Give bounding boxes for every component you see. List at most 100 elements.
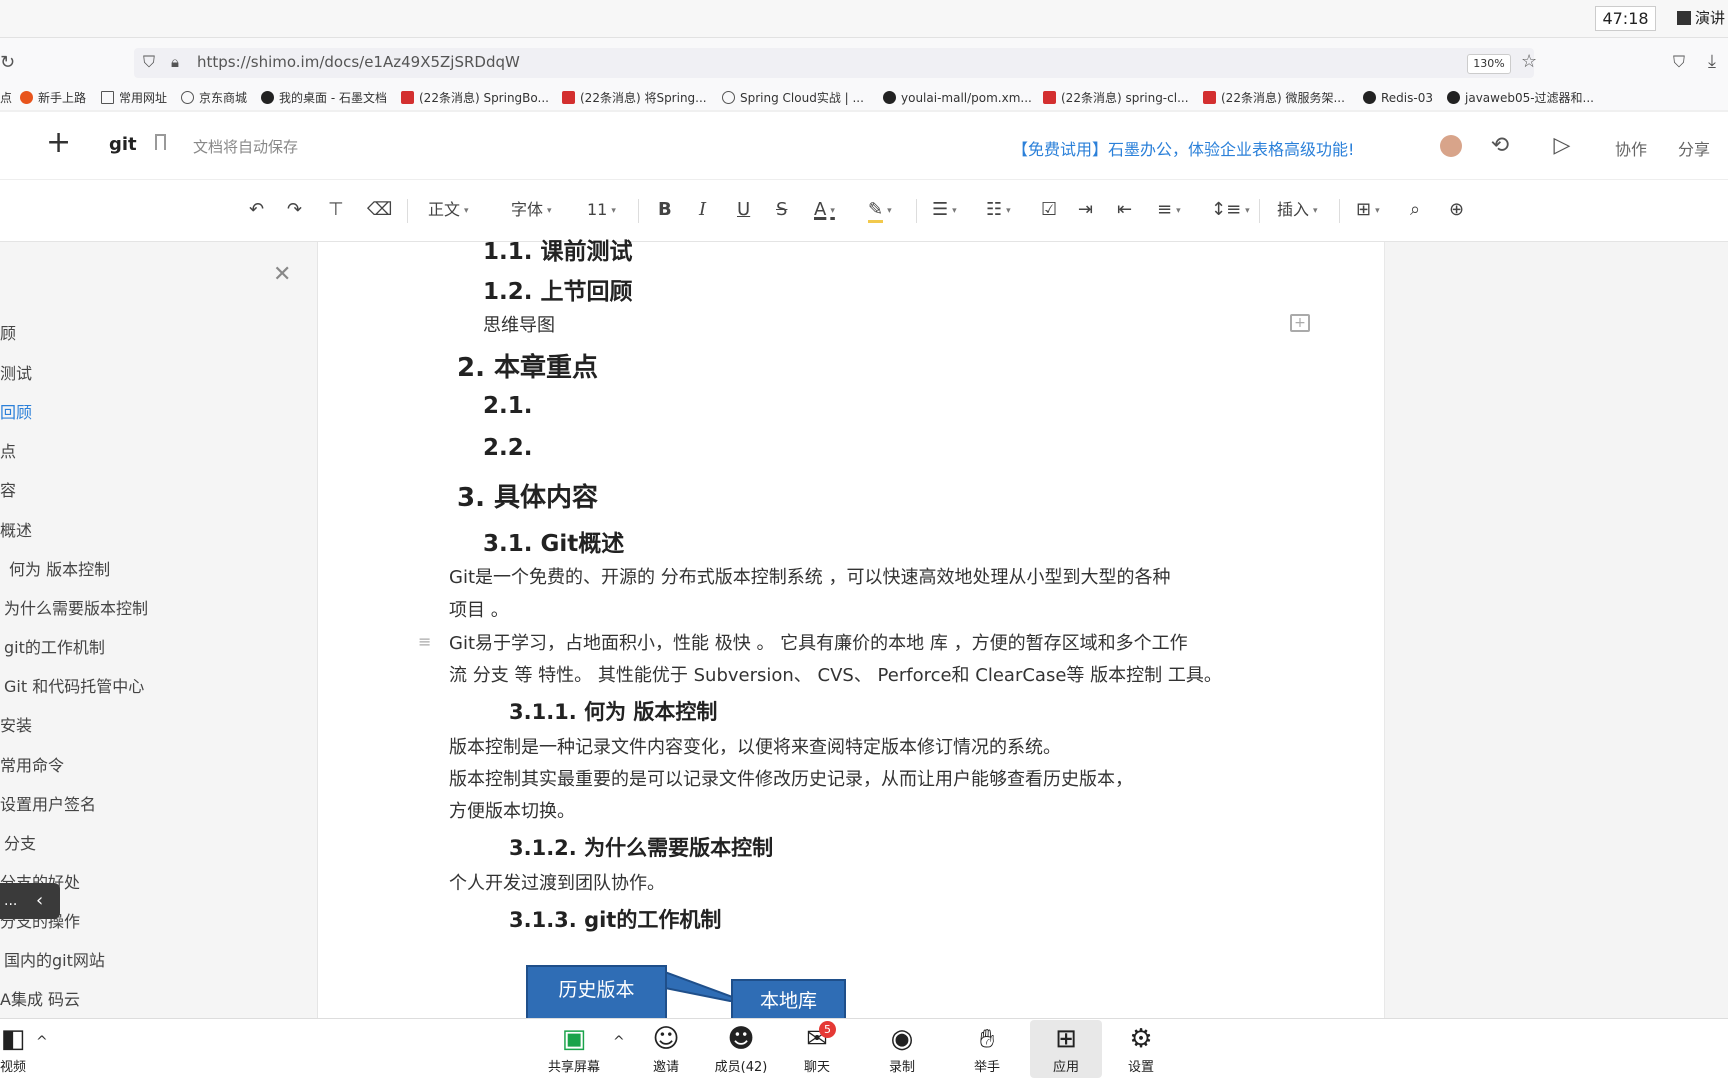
bookmark-item[interactable]: (22条消息) spring-cl... — [1043, 89, 1189, 107]
add-comment-icon[interactable]: ⊕ — [1449, 199, 1464, 221]
zoom-level[interactable]: 130% — [1467, 54, 1511, 74]
redo-icon[interactable]: ↷ — [287, 199, 302, 221]
apps-button[interactable]: ⊞ 应用 — [1031, 1022, 1101, 1075]
diagram-box-history[interactable]: 历史版本 — [526, 965, 667, 1021]
ordered-list-icon[interactable]: ☰ ▾ — [932, 199, 957, 222]
toc-item[interactable]: 容 — [0, 477, 16, 501]
paragraph-vcs-def[interactable]: 版本控制是一种记录文件内容变化，以便将来查阅特定版本修订情况的系统。 — [449, 733, 1061, 759]
indent-icon[interactable]: ⇥ — [1078, 199, 1093, 221]
font-size-select[interactable]: 11 ▾ — [587, 199, 616, 222]
chevron-up-icon[interactable]: ^ — [36, 1034, 48, 1050]
presenter-button[interactable]: 演讲 — [1677, 6, 1728, 31]
paragraph-team[interactable]: 个人开发过渡到团队协作。 — [449, 869, 665, 895]
bullet-list-icon[interactable]: ☷ ▾ — [986, 199, 1011, 222]
drag-handle-icon[interactable]: ≡ — [418, 632, 431, 651]
toc-item[interactable]: Git 和代码托管中心 — [4, 673, 144, 697]
highlight-icon[interactable]: ✎ ▾ — [868, 199, 892, 223]
outdent-icon[interactable]: ⇤ — [1117, 199, 1132, 221]
invite-button[interactable]: ☺ 邀请 — [631, 1022, 701, 1075]
raise-hand-button[interactable]: ✋︎ 举手 — [952, 1022, 1022, 1075]
chevron-up-icon[interactable]: ^ — [613, 1034, 625, 1050]
settings-button[interactable]: ⚙ 设置 — [1106, 1022, 1176, 1075]
align-icon[interactable]: ≡ ▾ — [1157, 199, 1181, 222]
doc-title[interactable]: git — [109, 134, 137, 155]
checklist-icon[interactable]: ☑ — [1041, 199, 1057, 221]
paragraph-git-features[interactable]: Git易于学习，占地面积小，性能 极快 。 它具有廉价的本地 库 ，方便的暂存区… — [449, 629, 1188, 655]
close-icon[interactable]: ✕ — [273, 262, 291, 287]
toc-item[interactable]: 常用命令 — [0, 752, 64, 776]
comment-icon[interactable]: + — [1290, 314, 1310, 332]
heading-3-1-2[interactable]: 3.1.2. 为什么需要版本控制 — [509, 832, 773, 862]
toc-item[interactable]: 何为 版本控制 — [9, 556, 110, 580]
paragraph-style-select[interactable]: 正文 ▾ — [428, 199, 469, 222]
bold-button[interactable]: B — [658, 199, 672, 221]
format-painter-icon[interactable]: ⊤ — [328, 199, 344, 221]
shield-icon[interactable]: ⛉ — [143, 54, 155, 70]
bookmark-item[interactable]: javaweb05-过滤器和... — [1447, 89, 1594, 107]
chat-button[interactable]: ✉ 聊天 — [782, 1022, 852, 1075]
share-screen-button[interactable]: ▣ 共享屏幕 — [539, 1022, 609, 1075]
bookmark-item[interactable]: (22条消息) 将Spring... — [562, 89, 707, 107]
bookmark-folder[interactable]: 常用网址 — [101, 89, 167, 107]
members-button[interactable]: ☻ 成员(42) — [706, 1022, 776, 1075]
reload-icon[interactable]: ↻ — [0, 54, 15, 72]
strikethrough-button[interactable]: S — [776, 199, 787, 221]
heading-1-1[interactable]: 1.1. 课前测试 — [483, 232, 633, 266]
bookmark-item[interactable]: 京东商城 — [181, 89, 247, 107]
paragraph-vcs-history[interactable]: 版本控制其实最重要的是可以记录文件修改历史记录，从而让用户能够查看历史版本， — [449, 765, 1133, 791]
toc-item[interactable]: 国内的git网站 — [4, 947, 105, 971]
bookmark-item[interactable]: 我的桌面 - 石墨文档 — [261, 89, 387, 107]
history-icon[interactable]: ⟲ — [1481, 130, 1519, 162]
toc-item[interactable]: 测试 — [0, 360, 32, 384]
bookmark-item[interactable]: (22条消息) SpringBo... — [401, 89, 549, 107]
heading-3-1[interactable]: 3.1. Git概述 — [483, 524, 624, 558]
toc-item-active[interactable]: 回顾 — [0, 399, 32, 423]
share-button[interactable]: 分享 — [1678, 136, 1710, 160]
promo-banner[interactable]: 【免费试用】石墨办公，体验企业表格高级功能! — [1012, 136, 1354, 160]
bookmark-item[interactable]: Spring Cloud实战 | ... — [722, 89, 864, 107]
undo-icon[interactable]: ↶ — [249, 199, 264, 221]
toc-item[interactable]: 分支 — [4, 830, 36, 854]
underline-button[interactable]: U — [737, 199, 750, 221]
toc-item[interactable]: 设置用户签名 — [0, 791, 96, 815]
toc-item[interactable]: 为什么需要版本控制 — [4, 595, 148, 619]
paragraph-git-features-cont[interactable]: 流 分支 等 特性。 其性能优于 Subversion、 CVS、 Perfor… — [449, 661, 1222, 687]
lock-icon[interactable]: 🔒︎ — [171, 55, 179, 70]
heading-2-2[interactable]: 2.2. — [483, 435, 532, 461]
bookmark-item[interactable]: (22条消息) 微服务架... — [1203, 89, 1345, 107]
table-icon[interactable]: ⊞ ▾ — [1356, 199, 1380, 222]
record-button[interactable]: ◉ 录制 — [867, 1022, 937, 1075]
toc-item[interactable]: 安装 — [0, 712, 32, 736]
new-doc-icon[interactable]: + — [46, 128, 71, 158]
collaborate-button[interactable]: 协作 — [1615, 136, 1647, 160]
present-icon[interactable]: ▷ — [1543, 130, 1581, 162]
heading-3-1-3[interactable]: 3.1.3. git的工作机制 — [509, 904, 721, 934]
toc-item[interactable]: 顾 — [0, 320, 16, 344]
toc-item[interactable]: A集成 码云 — [0, 986, 80, 1010]
insert-menu[interactable]: 插入 ▾ — [1277, 199, 1318, 222]
url-text[interactable]: https://shimo.im/docs/e1Az49X5ZjSRDdqW — [197, 53, 520, 71]
bookmark-item[interactable]: Redis-03 — [1363, 89, 1433, 107]
collapse-sidebar-button[interactable]: ... ‹ — [0, 883, 60, 919]
paragraph-mindmap[interactable]: 思维导图 — [483, 311, 555, 337]
bookmark-item[interactable]: 点 — [0, 89, 12, 107]
download-icon[interactable]: ⤓ — [1708, 53, 1716, 71]
pocket-icon[interactable]: ⛉ — [1673, 54, 1685, 70]
paragraph-git-intro[interactable]: Git是一个免费的、开源的 分布式版本控制系统 ，可以快速高效地处理从小型到大型… — [449, 563, 1170, 589]
heading-1-2[interactable]: 1.2. 上节回顾 — [483, 272, 633, 306]
toc-item[interactable]: 概述 — [0, 517, 32, 541]
clear-format-icon[interactable]: ⌫ — [367, 199, 392, 221]
bookmark-item[interactable]: youlai-mall/pom.xm... — [883, 89, 1032, 107]
diagram-box-local-repo[interactable]: 本地库 — [731, 979, 846, 1021]
bookmark-item[interactable]: 新手上路 — [20, 89, 86, 107]
star-icon[interactable]: ☆ — [1521, 53, 1537, 71]
heading-3-1-1[interactable]: 3.1.1. 何为 版本控制 — [509, 696, 717, 726]
paragraph-vcs-history-cont[interactable]: 方便版本切换。 — [449, 797, 575, 823]
find-icon[interactable]: ⌕ — [1410, 199, 1420, 221]
toc-item[interactable]: 点 — [0, 438, 16, 462]
avatar[interactable] — [1440, 135, 1462, 157]
italic-button[interactable]: I — [699, 199, 706, 221]
toc-item[interactable]: git的工作机制 — [4, 634, 105, 658]
bookmark-icon[interactable] — [155, 134, 166, 150]
heading-3[interactable]: 3. 具体内容 — [457, 477, 598, 514]
